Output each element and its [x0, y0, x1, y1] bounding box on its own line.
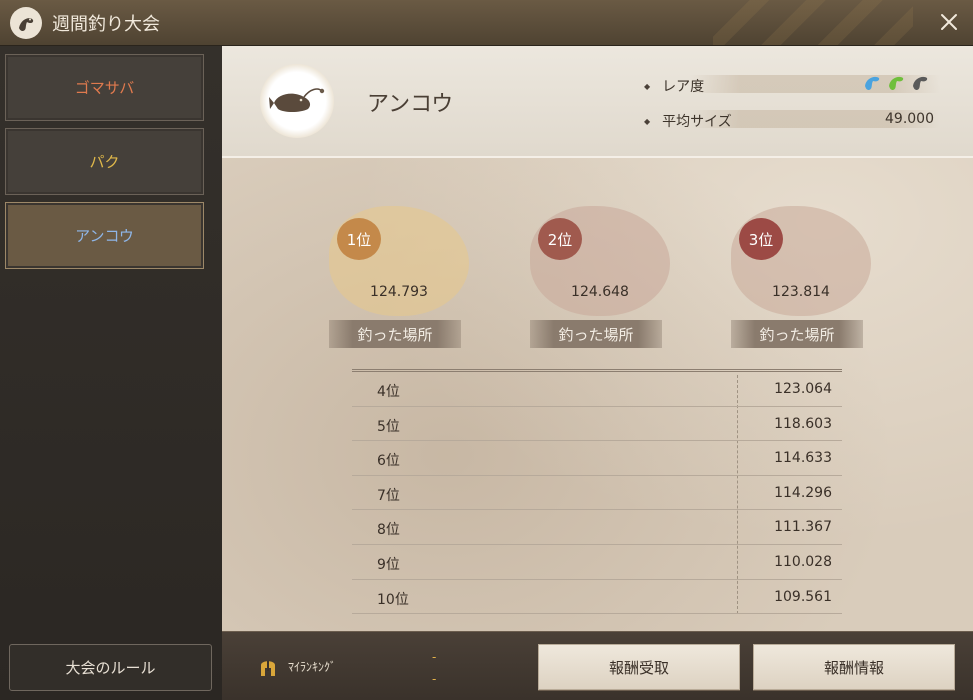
podium-first: 1位 124.793 釣った場所 [329, 206, 469, 352]
bottom-action-bar: ﾏｲﾗﾝｷﾝｸﾞ - - 報酬受取 報酬情報 [222, 631, 973, 700]
rank-value: 109.561 [774, 588, 832, 605]
rank-label: 4位 [377, 384, 400, 400]
rank-value: 111.367 [774, 519, 832, 536]
rarity-row: ◆ レア度 [644, 76, 704, 96]
fish-category-sidebar: ゴマサバ パク アンコウ 大会のルール [0, 46, 222, 700]
rank-value: 110.028 [774, 553, 832, 570]
table-row: 5位 118.603 [352, 407, 842, 442]
my-ranking-label: ﾏｲﾗﾝｷﾝｸﾞ [288, 660, 337, 674]
fish-portrait [260, 64, 334, 138]
my-ranking-rank: - [432, 650, 437, 664]
rarity-icons [862, 72, 930, 92]
caught-location-button[interactable]: 釣った場所 [329, 320, 461, 348]
helmet-icon [258, 656, 278, 682]
rank-value: 114.296 [774, 484, 832, 501]
fish-logo-icon [10, 7, 42, 39]
rank-value: 118.603 [774, 415, 832, 432]
window-title: 週間釣り大会 [52, 14, 160, 35]
anglerfish-icon [269, 88, 325, 112]
rank-label: 5位 [377, 418, 400, 435]
podium-value: 124.648 [571, 284, 629, 300]
rank-badge: 2位 [538, 218, 582, 260]
rank-label: 7位 [377, 487, 400, 504]
table-row: 9位 110.028 [352, 545, 842, 580]
rank-label: 9位 [377, 556, 400, 573]
diamond-bullet-icon: ◆ [644, 81, 651, 91]
rarity-fish-icon-green [889, 76, 904, 90]
rarity-fish-icon-gray [913, 76, 928, 90]
podium-second: 2位 124.648 釣った場所 [530, 206, 670, 352]
avg-size-value: 49.000 [885, 111, 934, 127]
podium-value: 124.793 [370, 284, 428, 300]
my-ranking-value: - [432, 672, 437, 686]
table-row: 8位 111.367 [352, 510, 842, 545]
avg-size-row: ◆ 平均サイズ [644, 111, 732, 131]
table-row: 6位 114.633 [352, 441, 842, 476]
sidebar-item-paku[interactable]: パク [5, 128, 204, 195]
tournament-rules-button[interactable]: 大会のルール [9, 644, 212, 691]
sidebar-item-gomasaba[interactable]: ゴマサバ [5, 54, 204, 121]
fish-name: アンコウ [367, 92, 454, 117]
title-bar-decoration [713, 0, 913, 45]
rarity-label: レア度 [662, 79, 705, 95]
rank-value: 114.633 [774, 450, 832, 467]
sidebar-item-label: ゴマサバ [74, 79, 135, 97]
sidebar-item-ankou[interactable]: アンコウ [5, 202, 204, 269]
title-bar: 週間釣り大会 [0, 0, 973, 46]
sidebar-item-label: アンコウ [75, 227, 134, 245]
rank-badge: 3位 [739, 218, 783, 260]
caught-location-button[interactable]: 釣った場所 [731, 320, 863, 348]
podium-third: 3位 123.814 釣った場所 [731, 206, 871, 352]
caught-location-button[interactable]: 釣った場所 [530, 320, 662, 348]
reward-info-button[interactable]: 報酬情報 [753, 644, 955, 690]
sidebar-item-label: パク [89, 153, 120, 171]
receive-reward-button[interactable]: 報酬受取 [538, 644, 740, 690]
table-row: 4位 123.064 [352, 372, 842, 407]
podium-value: 123.814 [772, 284, 830, 300]
rank-value: 123.064 [774, 381, 832, 397]
rank-badge: 1位 [337, 218, 381, 260]
ranking-table: 4位 123.064 5位 118.603 6位 114.633 7位 114.… [352, 369, 842, 615]
rank-label: 6位 [377, 453, 400, 470]
table-row: 7位 114.296 [352, 476, 842, 511]
close-icon[interactable] [937, 10, 961, 34]
diamond-bullet-icon: ◆ [644, 116, 651, 126]
table-row: 10位 109.561 [352, 580, 842, 615]
fish-info-header: アンコウ ◆ レア度 ◆ 平均サイズ 49.000 [222, 46, 973, 158]
rank-label: 10位 [377, 591, 409, 608]
rarity-fish-icon-blue [865, 76, 880, 90]
ranking-panel: アンコウ ◆ レア度 ◆ 平均サイズ 49.000 1位 124.793 釣った… [222, 46, 973, 631]
avg-size-label: 平均サイズ [662, 114, 732, 130]
rank-label: 8位 [377, 522, 400, 539]
